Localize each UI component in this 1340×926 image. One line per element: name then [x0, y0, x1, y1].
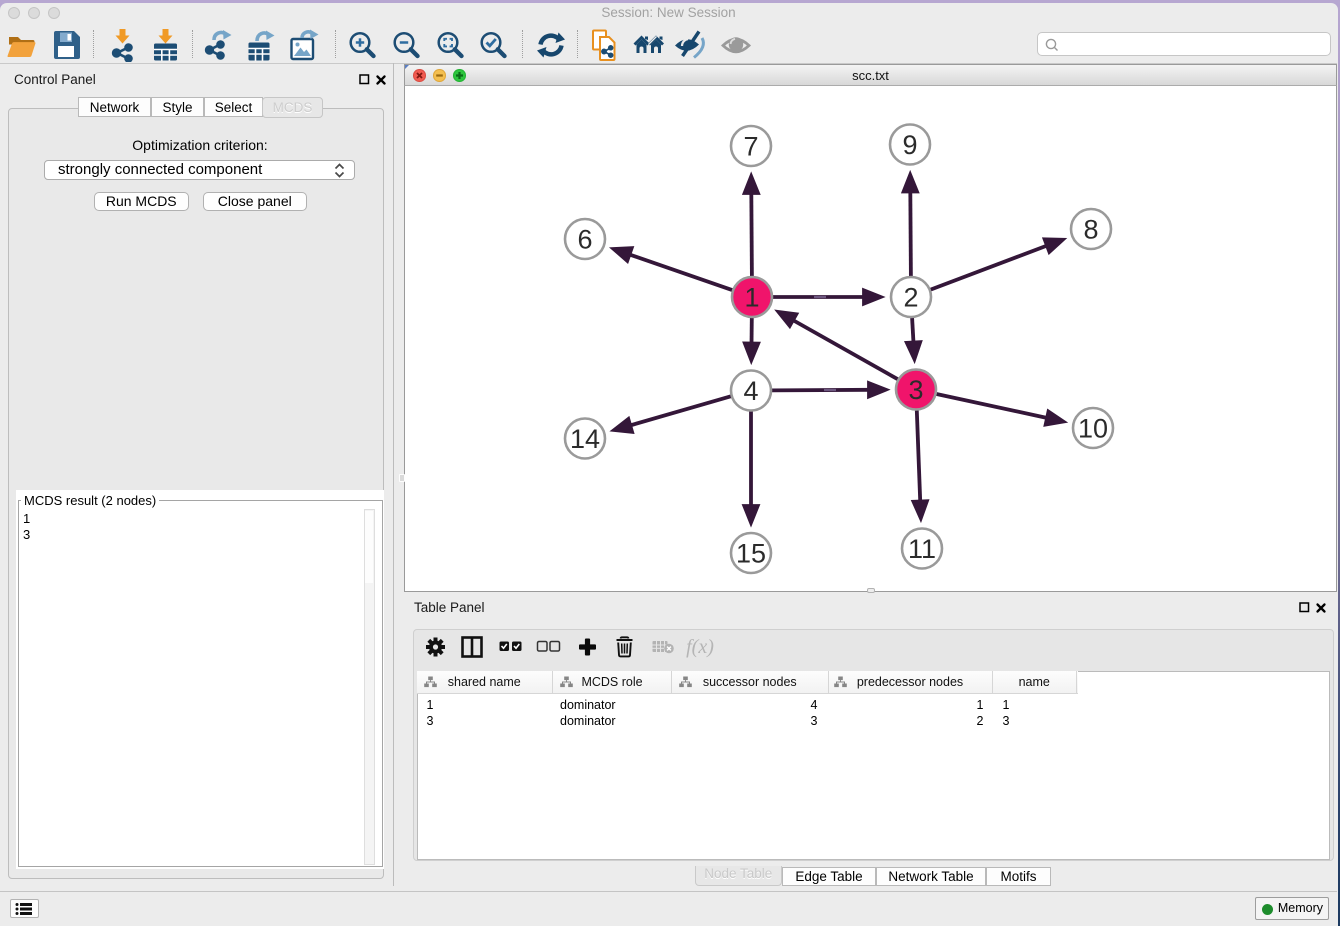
svg-text:10: 10 [1078, 414, 1108, 444]
svg-text:14: 14 [570, 424, 600, 454]
svg-text:1: 1 [744, 283, 759, 313]
svg-text:15: 15 [736, 539, 766, 569]
svg-text:f(x): f(x) [686, 636, 714, 658]
svg-text:6: 6 [577, 225, 592, 255]
svg-text:2: 2 [903, 283, 918, 313]
svg-text:9: 9 [902, 130, 917, 160]
svg-text:4: 4 [743, 376, 758, 406]
svg-text:3: 3 [908, 375, 923, 405]
svg-text:8: 8 [1083, 215, 1098, 245]
svg-text:7: 7 [743, 132, 758, 162]
svg-text:11: 11 [908, 534, 936, 564]
